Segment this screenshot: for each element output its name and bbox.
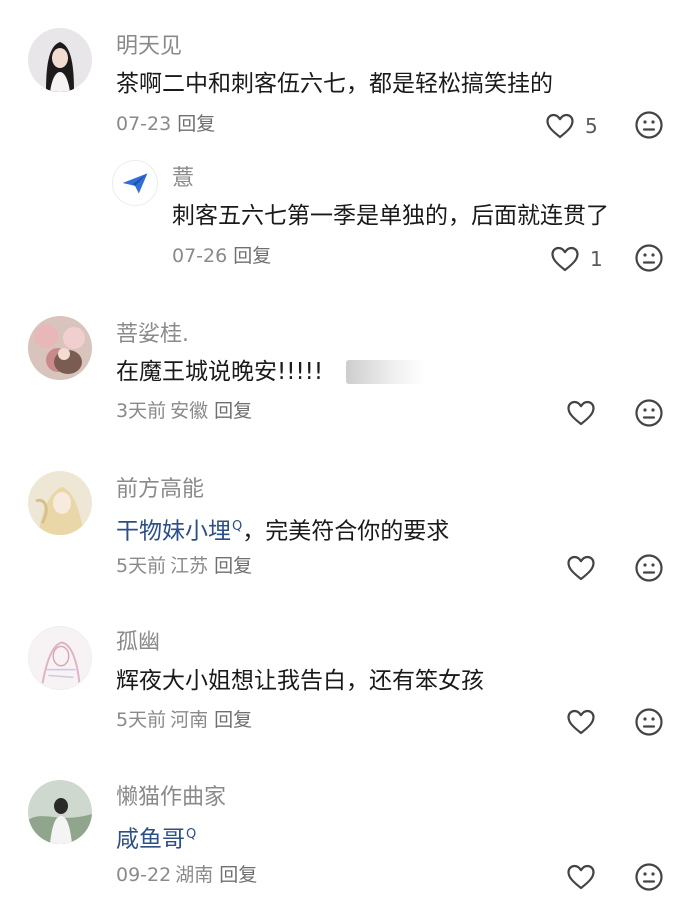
avatar[interactable] — [28, 626, 92, 690]
heart-outline-icon — [567, 864, 595, 890]
comment-meta: 5天前 江苏 回复 — [116, 553, 252, 579]
comment-date: 07-26 — [172, 245, 228, 267]
reply-button[interactable]: 回复 — [214, 555, 252, 577]
comment-text: 在魔王城说晚安!!!!! — [116, 359, 324, 385]
comment-meta: 3天前 安徽 回复 — [116, 398, 252, 424]
neutral-face-icon[interactable] — [634, 553, 664, 583]
reply-button[interactable]: 回复 — [177, 113, 215, 135]
user-mention[interactable]: 干物妹小埋 — [116, 519, 231, 545]
comment-list: 明天见 茶啊二中和刺客伍六七，都是轻松搞笑挂的 07-23 回复 5 薏 刺客五六… — [0, 0, 690, 918]
avatar[interactable] — [28, 471, 92, 535]
username[interactable]: 菩娑桂. — [116, 320, 189, 350]
username[interactable]: 孤幽 — [116, 628, 160, 658]
paper-plane-icon — [113, 161, 157, 205]
comment-meta: 07-23 回复 — [116, 111, 215, 137]
user-mention[interactable]: 咸鱼哥 — [116, 827, 185, 853]
comment-date: 5天前 — [116, 555, 167, 577]
like-button[interactable]: 5 — [545, 109, 598, 143]
heart-outline-icon — [551, 246, 579, 272]
comment-date: 09-22 — [116, 864, 172, 886]
like-count: 1 — [590, 247, 603, 271]
comment-location: 江苏 — [170, 555, 209, 577]
mention-mark: Q — [186, 827, 197, 842]
comment-text: 咸鱼哥Q — [116, 819, 196, 856]
reply-button[interactable]: 回复 — [219, 864, 257, 886]
reply-button[interactable]: 回复 — [233, 245, 271, 267]
comment-meta: 07-26 回复 — [172, 243, 271, 269]
comment-date: 3天前 — [116, 400, 167, 422]
comment-text: 茶啊二中和刺客伍六七，都是轻松搞笑挂的 — [116, 71, 553, 97]
comment-date: 5天前 — [116, 709, 167, 731]
like-button[interactable]: 1 — [550, 242, 603, 276]
heart-outline-icon — [567, 555, 595, 581]
neutral-face-icon[interactable] — [634, 243, 664, 273]
comment-meta: 09-22 湖南 回复 — [116, 862, 257, 888]
comment-text-rest: ，完美符合你的要求 — [242, 518, 450, 545]
username[interactable]: 懒猫作曲家 — [116, 783, 226, 813]
neutral-face-icon[interactable] — [634, 398, 664, 428]
avatar[interactable] — [28, 316, 92, 380]
comment-text: 干物妹小埋Q，完美符合你的要求 — [116, 511, 449, 548]
like-button[interactable] — [566, 551, 596, 585]
neutral-face-icon[interactable] — [634, 862, 664, 892]
neutral-face-icon[interactable] — [634, 110, 664, 140]
avatar[interactable] — [112, 160, 158, 206]
comment-location: 安徽 — [170, 400, 209, 422]
comment-date: 07-23 — [116, 113, 172, 135]
mention-mark: Q — [232, 519, 243, 534]
like-button[interactable] — [566, 705, 596, 739]
avatar[interactable] — [28, 780, 92, 844]
username[interactable]: 前方高能 — [116, 475, 204, 505]
comment-text: 辉夜大小姐想让我告白，还有笨女孩 — [116, 668, 484, 694]
heart-outline-icon — [567, 709, 595, 735]
like-button[interactable] — [566, 860, 596, 894]
neutral-face-icon[interactable] — [634, 707, 664, 737]
like-button[interactable] — [566, 396, 596, 430]
blurred-content — [346, 360, 426, 384]
like-count: 5 — [585, 114, 598, 138]
avatar[interactable] — [28, 28, 92, 92]
comment-text: 刺客五六七第一季是单独的，后面就连贯了 — [172, 203, 609, 229]
comment-location: 河南 — [170, 709, 209, 731]
heart-outline-icon — [567, 400, 595, 426]
username[interactable]: 明天见 — [116, 32, 182, 62]
comment-meta: 5天前 河南 回复 — [116, 707, 252, 733]
comment-location: 湖南 — [175, 864, 214, 886]
heart-outline-icon — [546, 113, 574, 139]
username[interactable]: 薏 — [172, 164, 194, 194]
reply-button[interactable]: 回复 — [214, 400, 252, 422]
reply-button[interactable]: 回复 — [214, 709, 252, 731]
